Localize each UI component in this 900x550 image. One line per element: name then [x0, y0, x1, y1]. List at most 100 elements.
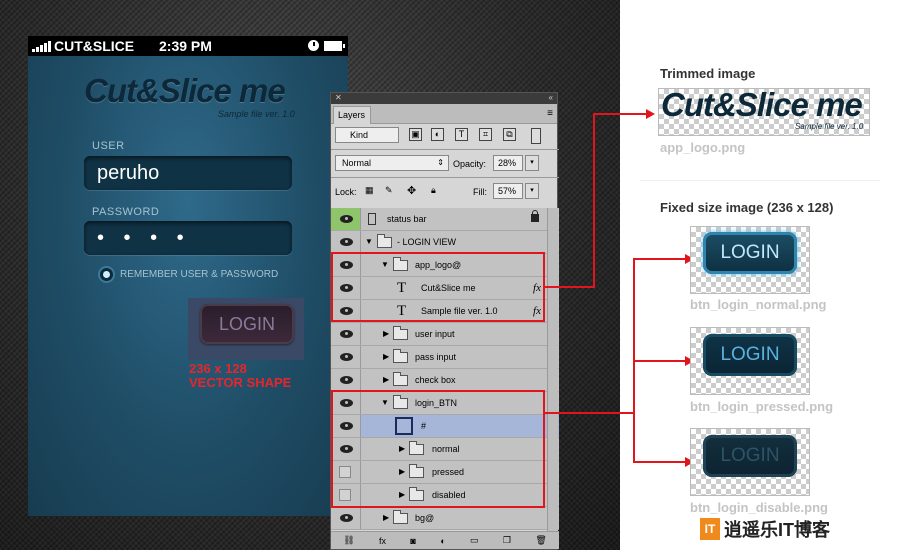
fill-input[interactable]: 57% — [493, 183, 523, 199]
eye-icon[interactable] — [340, 238, 353, 246]
password-input[interactable]: • • • • — [84, 221, 292, 255]
brand-text: 逍遥乐IT博客 — [724, 520, 830, 540]
layer-status-bar[interactable]: status bar — [331, 208, 559, 231]
carrier-name: CUT&SLICE — [54, 38, 135, 54]
remember-label: REMEMBER USER & PASSWORD — [120, 269, 279, 280]
brand-logo-icon: IT — [700, 518, 720, 540]
app-logo: Cut&Slice me — [84, 72, 286, 109]
layer-bg[interactable]: ▶ bg@ — [331, 507, 559, 530]
blend-mode-select[interactable]: Normal ⇕ — [335, 155, 449, 171]
layer-name: status bar — [387, 214, 427, 224]
layer-name: user input — [415, 329, 455, 339]
lock-label: Lock: — [335, 187, 357, 197]
connector-line — [545, 412, 635, 414]
connector-line — [593, 113, 648, 115]
highlight-button-group — [331, 390, 545, 508]
opacity-input[interactable]: 28% — [493, 155, 523, 171]
app-logo-subtitle: Sample file ver. 1.0 — [218, 109, 295, 119]
user-input[interactable]: peruho — [84, 156, 292, 190]
vector-shape-note: 236 x 128 VECTOR SHAPE — [189, 362, 291, 390]
panel-bottom-toolbar: ⛓ fx ◙ ◐ ▭ ❐ 🗑︎ — [331, 531, 559, 549]
smart-object-filter-icon[interactable]: ⧉ — [503, 128, 516, 141]
panel-tab-row: Layers ≡ — [331, 104, 557, 124]
expand-triangle-icon[interactable]: ▶ — [383, 375, 389, 384]
arrow-icon — [646, 109, 655, 119]
close-icon[interactable]: ✕ — [335, 93, 342, 102]
signal-icon — [32, 41, 51, 52]
opacity-dropdown-icon[interactable]: ▾ — [525, 155, 539, 171]
user-label: USER — [92, 140, 125, 152]
eye-icon[interactable] — [340, 353, 353, 361]
folder-icon — [393, 372, 408, 386]
connector-line — [633, 258, 687, 260]
folder-icon — [393, 510, 408, 524]
trash-icon[interactable]: 🗑︎ — [535, 535, 546, 546]
lock-icon — [531, 210, 539, 222]
opacity-label: Opacity: — [453, 159, 487, 169]
layer-pass-input[interactable]: ▶ pass input — [331, 346, 559, 369]
lock-transparent-icon[interactable]: ▦ — [365, 185, 374, 196]
panel-menu-icon[interactable]: ≡ — [547, 108, 553, 119]
folder-icon — [377, 234, 392, 248]
link-icon[interactable]: ⛓ — [343, 535, 354, 546]
clock: 2:39 PM — [159, 38, 212, 54]
fixed-size-title: Fixed size image (236 x 128) — [660, 200, 834, 215]
layer-user-input[interactable]: ▶ user input — [331, 323, 559, 346]
expand-triangle-icon[interactable]: ▼ — [365, 237, 373, 246]
mask-icon[interactable]: ◙ — [410, 536, 415, 546]
tab-layers[interactable]: Layers — [333, 106, 371, 124]
layers-scrollbar[interactable] — [547, 208, 558, 533]
eye-icon[interactable] — [340, 330, 353, 338]
connector-line — [593, 113, 595, 288]
alarm-icon — [308, 40, 319, 51]
disabled-file-name: btn_login_disable.png — [690, 500, 828, 515]
layer-login-view[interactable]: ▼ - LOGIN VIEW — [331, 231, 559, 254]
remember-radio[interactable] — [98, 266, 115, 283]
highlight-logo-group — [331, 252, 545, 322]
expand-triangle-icon[interactable]: ▶ — [383, 513, 389, 522]
adjustment-filter-icon[interactable]: ◐ — [431, 128, 444, 141]
connector-line — [633, 360, 687, 362]
collapse-icon[interactable]: « — [549, 93, 553, 102]
pressed-button-image: LOGIN — [703, 334, 797, 376]
disabled-button-image: LOGIN — [703, 435, 797, 477]
new-layer-icon[interactable]: ❐ — [503, 535, 511, 546]
fx-menu-icon[interactable]: fx — [379, 536, 386, 546]
normal-file-name: btn_login_normal.png — [690, 297, 827, 312]
expand-triangle-icon[interactable]: ▶ — [383, 352, 389, 361]
normal-button-image: LOGIN — [703, 232, 797, 274]
vector-size-text: 236 x 128 — [189, 361, 247, 376]
connector-line — [633, 461, 687, 463]
fill-label: Fill: — [473, 187, 487, 197]
fill-dropdown-icon[interactable]: ▾ — [525, 183, 539, 199]
expand-triangle-icon[interactable]: ▶ — [383, 329, 389, 338]
filter-toggle-icon[interactable] — [531, 128, 541, 144]
layer-name: check box — [415, 375, 456, 385]
type-filter-icon[interactable]: T — [455, 128, 468, 141]
panel-titlebar: ✕ « — [331, 93, 557, 104]
shape-filter-icon[interactable]: ⌗ — [479, 128, 492, 141]
smart-object-icon — [368, 213, 376, 225]
folder-icon — [393, 326, 408, 340]
chevron-down-icon: ⇕ — [437, 158, 444, 167]
eye-icon[interactable] — [340, 215, 353, 223]
adjustment-icon[interactable]: ◐ — [440, 536, 445, 546]
status-bar: CUT&SLICE 2:39 PM — [28, 36, 348, 56]
layer-check-box[interactable]: ▶ check box — [331, 369, 559, 392]
lock-image-icon[interactable]: ✎ — [385, 185, 393, 196]
pressed-file-name: btn_login_pressed.png — [690, 399, 834, 414]
eye-icon[interactable] — [340, 514, 353, 522]
trimmed-file-name: app_logo.png — [660, 140, 746, 155]
lock-all-icon[interactable]: 🔒︎ — [431, 185, 436, 196]
layer-name: bg@ — [415, 513, 435, 523]
layer-name: pass input — [415, 352, 457, 362]
image-filter-icon[interactable]: ▣ — [409, 128, 422, 141]
login-button[interactable]: LOGIN — [200, 304, 294, 344]
watermark: IT 逍遥乐IT博客 — [700, 516, 830, 542]
battery-icon — [324, 41, 345, 51]
vector-type-text: VECTOR SHAPE — [189, 375, 292, 390]
lock-position-icon[interactable]: ✥ — [407, 184, 416, 197]
kind-filter-select[interactable]: Kind — [335, 127, 399, 143]
new-group-icon[interactable]: ▭ — [470, 535, 479, 546]
eye-icon[interactable] — [340, 376, 353, 384]
